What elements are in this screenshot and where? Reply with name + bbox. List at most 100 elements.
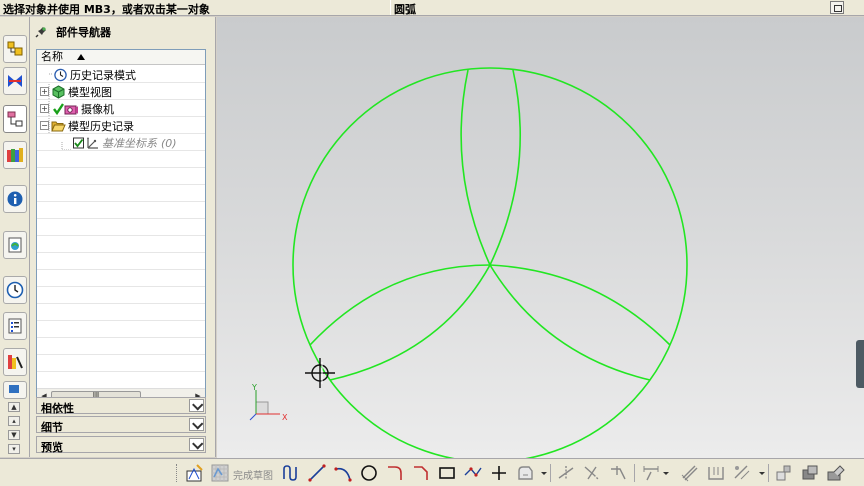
- pin-icon[interactable]: [34, 25, 48, 39]
- section-details[interactable]: 细节: [36, 416, 206, 434]
- show-constraints-button[interactable]: [731, 462, 753, 484]
- tree-node-label: 模型历史记录: [68, 119, 134, 133]
- expand-section-button[interactable]: [189, 399, 204, 412]
- history-tab[interactable]: [3, 276, 27, 304]
- tree-node-history-mode[interactable]: 历史记录模式: [53, 67, 136, 82]
- navigator-tree[interactable]: 名称 历史记录模式 + 模型视图 + 摄像机 − 模型历史记录 基准坐标系 (0…: [36, 49, 206, 403]
- offset-curve-button[interactable]: [514, 462, 536, 484]
- tree-node-label: 基准坐标系 (0): [102, 136, 177, 150]
- profile-button[interactable]: [280, 462, 302, 484]
- arc-button[interactable]: [332, 462, 354, 484]
- chamfer-button[interactable]: [410, 462, 432, 484]
- web-browser-tab[interactable]: [3, 231, 27, 259]
- wcs-triad: Y X: [249, 383, 288, 422]
- sketch-circle[interactable]: [292, 67, 688, 458]
- sketch-arc[interactable]: [489, 264, 651, 381]
- manufacturing-wizard-tab[interactable]: [3, 348, 27, 376]
- sketch-button[interactable]: [184, 462, 206, 484]
- sketch-arc[interactable]: [329, 264, 491, 381]
- hd3d-tools-tab[interactable]: [3, 185, 27, 213]
- section-label: 预览: [41, 441, 63, 454]
- sketch-canvas[interactable]: Y X: [217, 17, 864, 458]
- create-inferred-constraints-button[interactable]: [825, 462, 847, 484]
- dimension-more-dropdown[interactable]: [663, 472, 669, 475]
- tree-row[interactable]: 基准坐标系 (0): [37, 134, 205, 151]
- resize-handle[interactable]: [856, 340, 864, 388]
- point-button[interactable]: [488, 462, 510, 484]
- status-mode-area: 圆弧: [390, 0, 828, 16]
- fillet-button[interactable]: [384, 462, 406, 484]
- visible-checkbox[interactable]: [71, 136, 84, 150]
- auto-constrain-icon: [708, 467, 724, 480]
- web-browser-icon: [8, 237, 22, 253]
- tree-empty-row: [37, 372, 205, 389]
- dimension-button[interactable]: [640, 462, 662, 484]
- line-button[interactable]: [306, 462, 328, 484]
- create-inferred-icon: [827, 465, 845, 481]
- tree-node-datum-csys[interactable]: 基准坐标系 (0): [71, 135, 177, 150]
- finish-sketch-icon: [211, 464, 229, 482]
- maximize-window-button[interactable]: [830, 1, 844, 14]
- tree-node-cameras[interactable]: + 摄像机: [40, 101, 114, 116]
- tree-node-model-history[interactable]: − 模型历史记录: [40, 118, 134, 133]
- quick-extend-button[interactable]: [581, 462, 603, 484]
- part-navigator-tab[interactable]: [3, 105, 27, 133]
- resource-scroll-up-small-button[interactable]: ▴: [8, 416, 20, 426]
- tree-row[interactable]: − 模型历史记录: [37, 117, 205, 134]
- expand-section-button[interactable]: [189, 438, 204, 451]
- roles-tab-icon: [9, 385, 19, 393]
- sketch-arc[interactable]: [489, 264, 671, 346]
- circle-button[interactable]: [358, 462, 380, 484]
- tree-node-label: 摄像机: [81, 102, 114, 116]
- sort-ascending-icon: [77, 54, 85, 60]
- section-dependencies[interactable]: 相依性: [36, 397, 206, 415]
- finish-sketch-label[interactable]: 完成草图: [233, 467, 273, 482]
- resource-scroll-up-button[interactable]: ▲: [8, 402, 20, 412]
- toolbar-separator: [550, 464, 551, 482]
- tree-node-label: 历史记录模式: [70, 68, 136, 82]
- graphics-window[interactable]: Y X: [217, 17, 864, 458]
- alternate-solution-icon: [776, 465, 791, 481]
- curve-more-dropdown[interactable]: [541, 472, 547, 475]
- tree-empty-row: [37, 253, 205, 270]
- rectangle-icon: [439, 467, 455, 479]
- tree-empty-row: [37, 236, 205, 253]
- tree-row[interactable]: + 模型视图: [37, 83, 205, 100]
- geometric-constraints-button[interactable]: [679, 462, 701, 484]
- auto-constrain-button[interactable]: [705, 462, 727, 484]
- reuse-library-tab[interactable]: [3, 141, 27, 169]
- expand-toggle[interactable]: +: [40, 104, 49, 113]
- status-bar: 选择对象并使用 MB3，或者双击某一对象 圆弧: [0, 0, 864, 16]
- make-corner-button[interactable]: [607, 462, 629, 484]
- process-studio-tab[interactable]: [3, 312, 27, 340]
- column-header-name[interactable]: 名称: [37, 50, 205, 65]
- quick-trim-button[interactable]: [555, 462, 577, 484]
- tree-row[interactable]: 历史记录模式: [37, 66, 205, 83]
- constraints-more-dropdown[interactable]: [759, 472, 765, 475]
- tree-empty-row: [37, 287, 205, 304]
- resource-scroll-down-small-button[interactable]: ▾: [8, 444, 20, 454]
- expand-toggle[interactable]: +: [40, 87, 49, 96]
- tree-row[interactable]: + 摄像机: [37, 100, 205, 117]
- section-preview[interactable]: 预览: [36, 436, 206, 454]
- roles-tab[interactable]: [3, 381, 27, 399]
- resource-scroll-down-button[interactable]: ▼: [8, 430, 20, 440]
- sketch-arc[interactable]: [460, 69, 491, 266]
- datum-csys-icon: [85, 136, 100, 150]
- polygon-button[interactable]: [462, 462, 484, 484]
- assembly-navigator-tab[interactable]: [3, 35, 27, 63]
- finish-sketch-button[interactable]: [209, 462, 231, 484]
- constraint-navigator-tab[interactable]: [3, 67, 27, 95]
- alternate-solution-button[interactable]: [773, 462, 795, 484]
- roles-icon: [8, 355, 23, 369]
- library-books-icon: [7, 148, 23, 162]
- collapse-toggle[interactable]: −: [40, 121, 49, 130]
- expand-section-button[interactable]: [189, 418, 204, 431]
- status-mode: 圆弧: [394, 3, 416, 16]
- inferred-constraints-button[interactable]: [799, 462, 821, 484]
- toolbar-grip[interactable]: [176, 464, 179, 482]
- rectangle-button[interactable]: [436, 462, 458, 484]
- tree-node-model-views[interactable]: + 模型视图: [40, 84, 112, 99]
- sketch-arc[interactable]: [489, 69, 522, 266]
- tree-empty-row: [37, 304, 205, 321]
